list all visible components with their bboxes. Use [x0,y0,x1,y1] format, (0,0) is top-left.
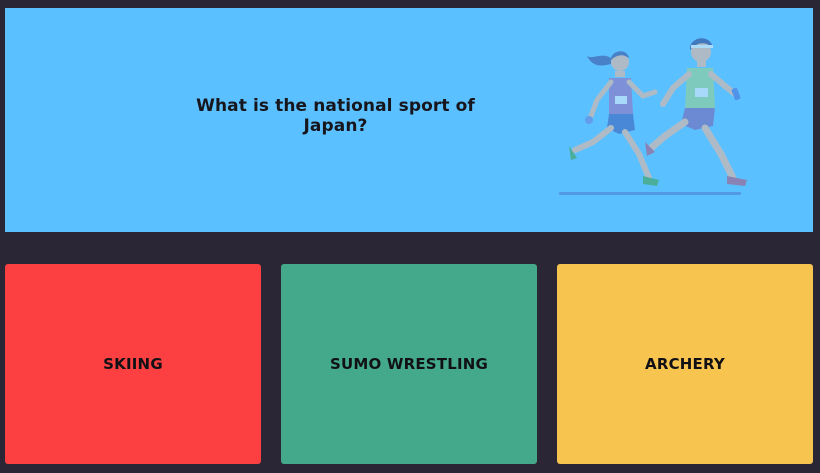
answer-option-sumo-wrestling[interactable]: SUMO WRESTLING [281,264,537,464]
answer-label: SUMO WRESTLING [329,355,489,373]
runners-illustration [559,38,747,195]
answer-option-skiing[interactable]: SKIING [5,264,261,464]
question-card: What is the national sport of Japan? [5,8,813,232]
answer-option-archery[interactable]: ARCHERY [557,264,813,464]
question-text: What is the national sport of Japan? [196,96,475,136]
answer-label: SKIING [103,355,163,373]
answer-label: ARCHERY [645,355,725,373]
answer-options: SKIING SUMO WRESTLING ARCHERY [5,264,813,464]
quiz-page: What is the national sport of Japan? SKI… [0,0,820,473]
